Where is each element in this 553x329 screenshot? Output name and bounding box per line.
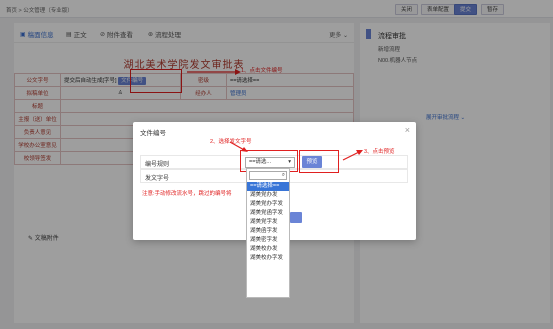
dropdown-search-input[interactable]: ⌕ xyxy=(249,171,287,180)
dialog-note: 注意:手动修改流水号，跳过的编号将 xyxy=(142,191,232,197)
dropdown-option[interactable]: 湖美党办发 xyxy=(247,191,289,200)
dropdown-option[interactable]: 湖美党办字发 xyxy=(247,200,289,209)
close-icon[interactable]: × xyxy=(405,125,410,135)
dropdown-option[interactable]: 湖美校办字发 xyxy=(247,254,289,263)
search-icon: ⌕ xyxy=(281,172,285,178)
dropdown-option[interactable]: 湖美密字发 xyxy=(247,236,289,245)
annotation-step-3: 3、点击预览 xyxy=(364,149,395,155)
dropdown-option[interactable]: ==请选择== xyxy=(247,182,289,191)
dropdown-option[interactable]: 湖美党函字发 xyxy=(247,209,289,218)
rule-label: 编号规则 xyxy=(145,162,170,168)
annotation-arrow-3 xyxy=(342,150,363,161)
rule-dropdown[interactable]: ⌕ ==请选择== 湖美党办发 湖美党办字发 湖美党函字发 湖美党字发 湖美函字… xyxy=(246,168,290,298)
annotation-arrow-2 xyxy=(229,141,248,152)
dropdown-option[interactable]: 湖美校办发 xyxy=(247,245,289,254)
dialog-title: 文件编号 xyxy=(140,130,166,137)
confirm-button[interactable] xyxy=(290,212,302,223)
dropdown-option[interactable]: 湖美党字发 xyxy=(247,218,289,227)
number-label: 发文字号 xyxy=(145,176,170,182)
annotation-box-preview xyxy=(299,150,339,173)
dropdown-option[interactable]: 湖美函字发 xyxy=(247,227,289,236)
